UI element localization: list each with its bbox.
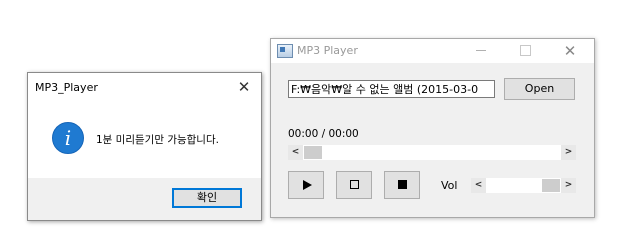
seek-scrollbar[interactable]: < > xyxy=(288,145,576,160)
seek-right-arrow-icon[interactable]: > xyxy=(561,145,576,160)
pause-button[interactable] xyxy=(336,171,372,199)
message-box-body: i 1분 미리듣기만 가능합니다. xyxy=(28,102,261,178)
app-icon xyxy=(277,44,293,58)
volume-left-arrow-icon[interactable]: < xyxy=(471,178,486,193)
time-display: 00:00 / 00:00 xyxy=(288,128,359,140)
volume-scrollbar[interactable]: < > xyxy=(471,178,576,193)
message-box-titlebar[interactable]: MP3_Player ✕ xyxy=(28,73,261,102)
minimize-icon[interactable] xyxy=(468,41,494,61)
message-box-title: MP3_Player xyxy=(35,81,98,94)
mp3-player-window: MP3 Player ✕ F:₩음악₩알 수 없는 앨범 (2015-03-0 … xyxy=(270,38,595,218)
player-titlebar[interactable]: MP3 Player ✕ xyxy=(271,39,594,63)
volume-label: Vol xyxy=(441,179,458,192)
maximize-icon[interactable] xyxy=(512,41,538,61)
player-title: MP3 Player xyxy=(297,44,358,57)
stop-button[interactable] xyxy=(384,171,420,199)
message-text: 1분 미리듣기만 가능합니다. xyxy=(96,134,219,146)
seek-track[interactable] xyxy=(303,145,561,160)
ok-button[interactable]: 확인 xyxy=(172,188,242,208)
info-icon: i xyxy=(52,122,84,154)
volume-thumb[interactable] xyxy=(542,179,560,192)
open-button[interactable]: Open xyxy=(504,78,575,100)
play-icon xyxy=(303,179,312,190)
pause-icon xyxy=(349,180,359,189)
stop-icon xyxy=(397,180,407,189)
seek-left-arrow-icon[interactable]: < xyxy=(288,145,303,160)
seek-thumb[interactable] xyxy=(304,146,322,159)
play-button[interactable] xyxy=(288,171,324,199)
close-icon[interactable]: ✕ xyxy=(233,77,255,97)
message-box-dialog: MP3_Player ✕ i 1분 미리듣기만 가능합니다. 확인 xyxy=(27,72,262,221)
file-path-field[interactable]: F:₩음악₩알 수 없는 앨범 (2015-03-0 xyxy=(288,80,495,98)
volume-right-arrow-icon[interactable]: > xyxy=(561,178,576,193)
close-icon[interactable]: ✕ xyxy=(557,41,583,61)
